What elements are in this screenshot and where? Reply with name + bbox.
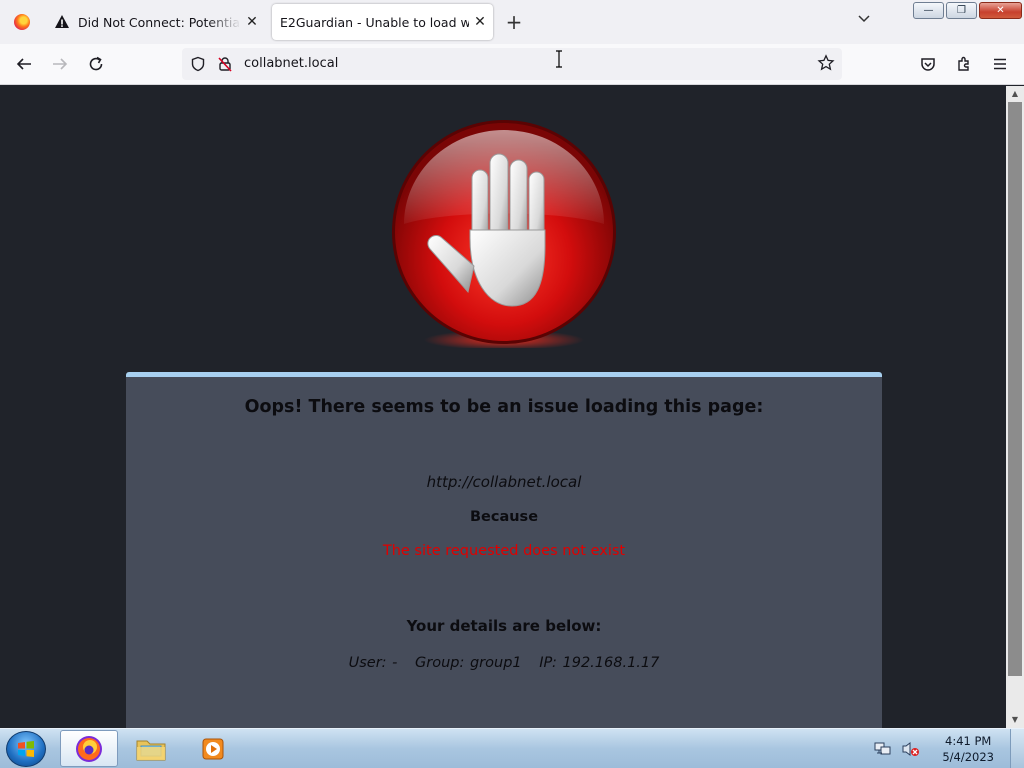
taskbar-media-player[interactable] — [184, 730, 242, 767]
shield-icon[interactable] — [189, 55, 207, 73]
taskbar-firefox[interactable] — [60, 730, 118, 767]
error-panel: Oops! There seems to be an issue loading… — [126, 372, 882, 728]
reload-icon — [89, 56, 103, 71]
tab-bar: Did Not Connect: Potential Security Issu… — [0, 0, 1024, 44]
tab-label: Did Not Connect: Potential Security Issu… — [78, 14, 241, 30]
network-icon[interactable] — [874, 741, 892, 757]
scrollbar-thumb[interactable] — [1008, 102, 1022, 676]
text-cursor-icon — [556, 50, 562, 68]
window-controls: — ❐ ✕ — [913, 2, 1022, 19]
user-details: User: - Group: group1 IP: 192.168.1.17 — [126, 655, 882, 671]
ip-value: IP: 192.168.1.17 — [539, 655, 660, 671]
tab-did-not-connect[interactable]: Did Not Connect: Potential Security Issu… — [44, 4, 265, 40]
volume-muted-icon[interactable] — [902, 741, 920, 757]
show-desktop-button[interactable] — [1010, 729, 1024, 768]
taskbar-file-explorer[interactable] — [122, 730, 180, 767]
minimize-button[interactable]: — — [913, 2, 944, 19]
lock-strikethrough-icon[interactable] — [216, 55, 234, 73]
list-all-tabs-button[interactable] — [853, 11, 875, 33]
pocket-icon — [921, 58, 935, 71]
tab-e2guardian[interactable]: E2Guardian - Unable to load website ✕ — [272, 4, 493, 40]
taskbar: 4:41 PM 5/4/2023 — [0, 728, 1024, 768]
close-tab-icon[interactable]: ✕ — [241, 11, 263, 33]
block-reason: The site requested does not exist — [382, 543, 626, 559]
details-heading: Your details are below: — [406, 617, 602, 635]
address-bar[interactable]: collabnet.local — [182, 48, 842, 80]
close-window-button[interactable]: ✕ — [979, 2, 1022, 19]
windows-start-icon — [18, 741, 34, 757]
firefox-icon — [76, 735, 102, 762]
system-clock[interactable]: 4:41 PM 5/4/2023 — [942, 733, 994, 765]
forward-arrow-icon — [53, 58, 68, 70]
forward-button[interactable] — [48, 52, 72, 76]
tab-label: E2Guardian - Unable to load website — [280, 14, 469, 30]
chevron-down-icon — [858, 15, 870, 23]
warning-icon — [55, 15, 69, 28]
user-value: User: - — [348, 655, 398, 671]
firefox-icon — [13, 14, 30, 30]
extensions-button[interactable] — [952, 52, 976, 76]
start-button[interactable] — [6, 731, 46, 767]
close-tab-icon[interactable]: ✕ — [469, 11, 491, 33]
scroll-down-button[interactable]: ▼ — [1006, 712, 1024, 728]
restore-button[interactable]: ❐ — [946, 2, 977, 19]
back-arrow-icon — [16, 58, 31, 70]
vertical-scrollbar[interactable]: ▲ ▼ — [1006, 86, 1024, 728]
new-tab-button[interactable]: + — [503, 11, 525, 33]
system-tray: 4:41 PM 5/4/2023 — [874, 733, 994, 765]
reload-button[interactable] — [84, 52, 108, 76]
clock-date: 5/4/2023 — [942, 750, 994, 764]
media-player-icon — [202, 738, 224, 759]
extensions-icon — [958, 56, 969, 71]
error-heading: Oops! There seems to be an issue loading… — [244, 397, 764, 417]
menu-icon — [994, 58, 1006, 70]
bookmark-star-icon[interactable] — [816, 54, 836, 74]
firefox-view-button[interactable] — [0, 0, 43, 44]
clock-time: 4:41 PM — [945, 734, 992, 748]
navigation-toolbar: collabnet.local — [0, 44, 1024, 85]
stop-hand-icon — [392, 120, 616, 348]
pocket-button[interactable] — [916, 52, 940, 76]
back-button[interactable] — [12, 52, 36, 76]
app-menu-button[interactable] — [988, 52, 1012, 76]
scroll-up-button[interactable]: ▲ — [1006, 86, 1024, 102]
requested-url: http://collabnet.local — [426, 473, 582, 491]
group-value: Group: group1 — [415, 655, 522, 671]
because-label: Because — [469, 509, 539, 525]
file-explorer-icon — [136, 740, 166, 760]
url-text[interactable]: collabnet.local — [244, 56, 338, 71]
page-content: Oops! There seems to be an issue loading… — [0, 86, 1006, 728]
